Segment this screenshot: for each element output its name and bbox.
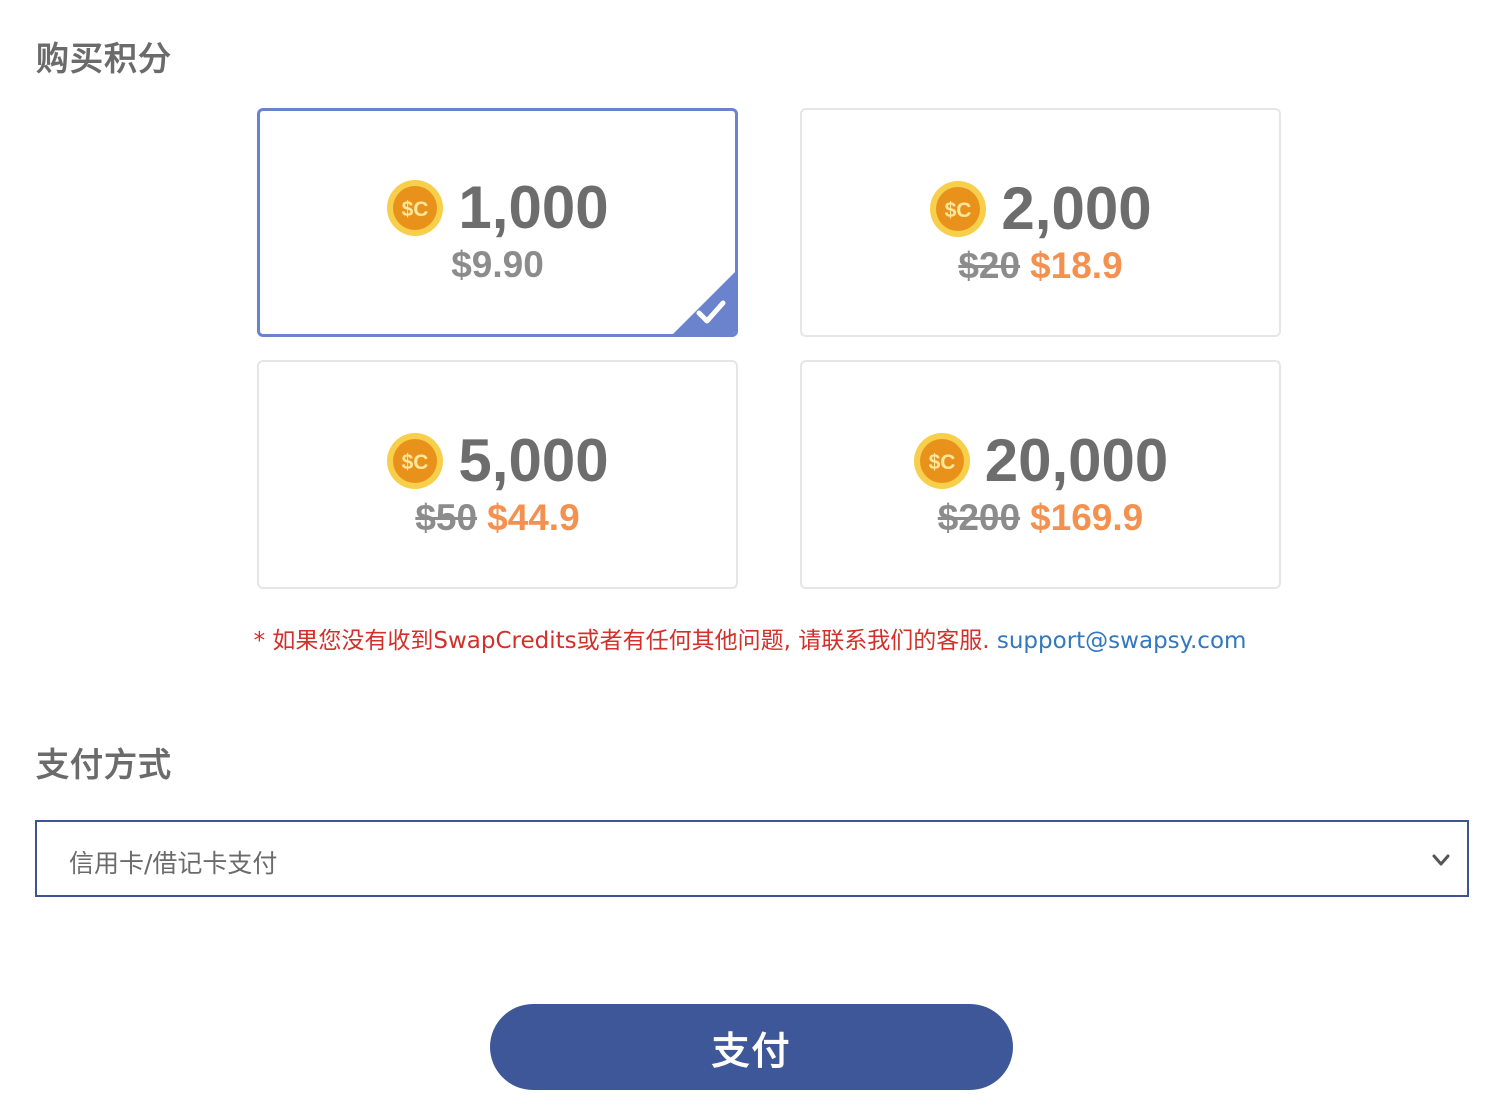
selected-check-icon	[673, 272, 735, 334]
support-notice: * 如果您没有收到SwapCredits或者有任何其他问题, 请联系我们的客服.…	[0, 621, 1500, 655]
credit-package-20000[interactable]: $C 20,000 $200 $169.9	[800, 360, 1281, 589]
coin-label: $C	[402, 451, 429, 474]
chevron-down-icon	[1432, 854, 1450, 866]
credit-package-2000[interactable]: $C 2,000 $20 $18.9	[800, 108, 1281, 337]
sc-coin-icon: $C	[913, 433, 970, 489]
support-email-link[interactable]: support@swapsy.com	[997, 628, 1247, 654]
package-amount: 1,000	[458, 174, 609, 241]
pay-button[interactable]: 支付	[490, 1004, 1013, 1090]
package-amount: 5,000	[458, 427, 609, 494]
payment-method-value: 信用卡/借记卡支付	[69, 849, 278, 878]
coin-label: $C	[402, 198, 429, 221]
package-new-price: $44.9	[487, 497, 580, 538]
coin-label: $C	[928, 451, 955, 474]
payment-method-title: 支付方式	[36, 745, 172, 784]
coin-label: $C	[945, 199, 972, 222]
buy-credits-title: 购买积分	[36, 39, 172, 78]
package-new-price: $18.9	[1030, 245, 1123, 286]
package-amount: 2,000	[1001, 175, 1152, 242]
credit-package-1000[interactable]: $C 1,000 $9.90	[257, 108, 738, 337]
package-old-price: $20	[958, 245, 1021, 286]
package-amount: 20,000	[984, 427, 1169, 494]
sc-coin-icon: $C	[930, 181, 987, 237]
credit-package-5000[interactable]: $C 5,000 $50 $44.9	[257, 360, 738, 589]
package-price: $9.90	[451, 244, 544, 285]
package-new-price: $169.9	[1030, 497, 1144, 538]
sc-coin-icon: $C	[387, 180, 444, 236]
package-old-price: $50	[415, 497, 478, 538]
sc-coin-icon: $C	[387, 433, 444, 489]
support-notice-text: * 如果您没有收到SwapCredits或者有任何其他问题, 请联系我们的客服.	[253, 628, 990, 654]
package-old-price: $200	[937, 497, 1021, 538]
payment-method-select[interactable]: 信用卡/借记卡支付	[35, 820, 1469, 897]
